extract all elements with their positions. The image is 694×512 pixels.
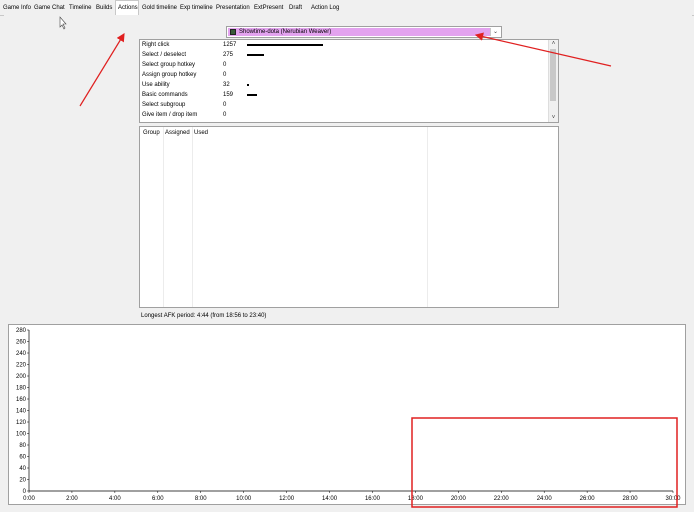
y-tick-label: 120 — [16, 420, 27, 426]
tab-builds[interactable]: Builds — [94, 2, 114, 14]
y-tick-label: 240 — [16, 351, 27, 357]
y-tick-label: 60 — [19, 455, 26, 461]
y-tick-label: 140 — [16, 409, 27, 415]
x-tick-label: 10:00 — [236, 496, 252, 502]
column-header-used[interactable]: Used — [194, 130, 208, 136]
tab-gold-timeline[interactable]: Gold timeline — [140, 2, 177, 14]
chevron-down-icon[interactable]: ⌄ — [490, 28, 500, 36]
x-tick-label: 26:00 — [580, 496, 596, 502]
tab-extpresent[interactable]: ExtPresent — [252, 2, 286, 14]
action-name: Right click — [142, 42, 170, 48]
action-count: 0 — [223, 112, 227, 118]
action-bar — [247, 94, 257, 96]
x-tick-label: 0:00 — [23, 496, 35, 502]
x-tick-label: 12:00 — [279, 496, 295, 502]
x-tick-label: 30:00 — [665, 496, 681, 502]
action-count: 0 — [223, 62, 227, 68]
group-hotkey-table: Group Assigned Used — [139, 126, 559, 308]
chart-svg: 0 20 40 60 80 100 120 140 160 180 200 220 240 260 280 0… — [16, 328, 681, 502]
x-tick-label: 6:00 — [152, 496, 164, 502]
player-select-value: Showtime-dota (Nerubian Weaver) — [239, 29, 332, 35]
tab-actions[interactable]: Actions — [115, 0, 139, 16]
tab-game-info[interactable]: Game Info — [1, 2, 31, 14]
action-count: 0 — [223, 102, 227, 108]
column-header-assigned[interactable]: Assigned — [165, 130, 190, 136]
action-count: 275 — [223, 52, 234, 58]
x-tick-label: 18:00 — [408, 496, 424, 502]
action-name: Use ability — [142, 82, 170, 88]
tab-presentation[interactable]: Presentation — [214, 2, 251, 14]
column-divider — [427, 127, 428, 307]
x-tick-label: 22:00 — [494, 496, 510, 502]
tab-draft[interactable]: Draft — [287, 2, 308, 14]
column-header-group[interactable]: Group — [143, 130, 160, 136]
tab-action-log[interactable]: Action Log — [309, 2, 342, 14]
actions-list: Give item / drop item 0 Select subgroup 0 Ba… — [139, 39, 559, 123]
x-tick-label: 24:00 — [537, 496, 553, 502]
action-bar — [247, 44, 323, 46]
tab-exp-timeline[interactable]: Exp timeline — [178, 2, 213, 14]
column-divider — [192, 127, 193, 307]
x-tick-label: 16:00 — [365, 496, 381, 502]
player-select[interactable]: Showtime-dota (Nerubian Weaver) ⌄ — [226, 26, 502, 38]
column-divider — [163, 127, 164, 307]
list-item[interactable]: Give item / drop item 0 — [142, 110, 542, 120]
action-count: 32 — [223, 82, 230, 88]
list-item[interactable]: Right click 1257 — [142, 40, 542, 50]
scrollbar-thumb[interactable] — [550, 49, 556, 101]
list-item[interactable]: Basic commands 159 — [142, 90, 542, 100]
x-tick-label: 8:00 — [195, 496, 207, 502]
list-item[interactable]: Use ability 32 — [142, 80, 542, 90]
y-tick-label: 200 — [16, 374, 27, 380]
action-count: 1257 — [223, 42, 237, 48]
y-tick-label: 220 — [16, 363, 27, 369]
list-item[interactable]: Select subgroup 0 — [142, 100, 542, 110]
list-item[interactable]: Select / deselect 275 — [142, 50, 542, 60]
action-name: Select subgroup — [142, 102, 186, 108]
y-tick-label: 180 — [16, 386, 27, 392]
hero-portrait-icon — [230, 29, 236, 35]
x-tick-label: 20:00 — [451, 496, 467, 502]
action-count: 159 — [223, 92, 234, 98]
list-item[interactable]: Select group hotkey 0 — [142, 60, 542, 70]
scroll-up-icon[interactable]: ˄ — [549, 40, 558, 48]
actions-timeline-chart: 0 20 40 60 80 100 120 140 160 180 200 220 240 260 280 0… — [8, 324, 686, 505]
tab-game-chat[interactable]: Game Chat — [32, 2, 66, 14]
action-bar — [247, 84, 249, 86]
x-tick-label: 2:00 — [66, 496, 78, 502]
y-tick-label: 280 — [16, 328, 27, 334]
y-tick-label: 40 — [19, 466, 26, 472]
action-name: Select group hotkey — [142, 62, 196, 68]
tab-timeline[interactable]: Timeline — [67, 2, 93, 14]
scroll-down-icon[interactable]: ˅ — [549, 114, 558, 122]
y-tick-label: 260 — [16, 340, 27, 346]
y-tick-label: 80 — [19, 443, 26, 449]
tab-bar: Game Info Game Chat Timeline Builds Actions G… — [0, 0, 694, 16]
longest-afk-text: Longest AFK period: 4:44 (from 18:56 to … — [141, 313, 267, 319]
y-tick-label: 20 — [19, 478, 26, 484]
y-tick-label: 160 — [16, 397, 27, 403]
action-name: Give item / drop item — [142, 112, 198, 118]
action-count: 0 — [223, 72, 227, 78]
y-tick-label: 0 — [23, 489, 27, 495]
action-name: Assign group hotkey — [142, 72, 197, 78]
list-item[interactable]: Assign group hotkey 0 — [142, 70, 542, 80]
action-bar — [247, 54, 264, 56]
actions-scrollbar[interactable]: ˄ ˅ — [548, 40, 558, 122]
action-name: Basic commands — [142, 92, 188, 98]
x-tick-label: 28:00 — [623, 496, 639, 502]
action-name: Select / deselect — [142, 52, 187, 58]
x-tick-label: 4:00 — [109, 496, 121, 502]
y-tick-label: 100 — [16, 432, 27, 438]
x-tick-label: 14:00 — [322, 496, 338, 502]
